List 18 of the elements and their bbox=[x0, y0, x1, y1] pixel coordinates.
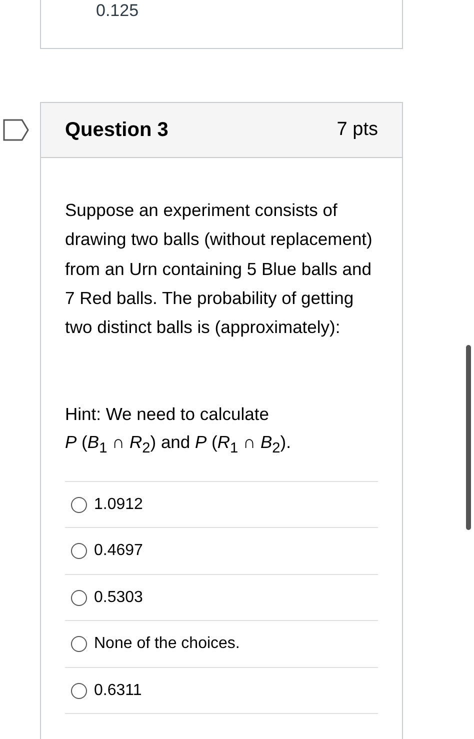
bookmark-icon[interactable] bbox=[3, 119, 29, 141]
answer-text: 0.125 bbox=[96, 1, 139, 21]
radio-button[interactable] bbox=[71, 590, 87, 606]
question-points: 7 pts bbox=[336, 119, 378, 141]
answer-label[interactable]: 0.5303 bbox=[94, 588, 143, 607]
answer-label[interactable]: 1.0912 bbox=[94, 496, 143, 514]
answer-label[interactable]: 0.6311 bbox=[94, 682, 142, 700]
radio-button[interactable] bbox=[71, 682, 87, 699]
answer-label[interactable]: 0.4697 bbox=[94, 542, 143, 560]
question-title: Question 3 bbox=[65, 118, 168, 142]
answer-label[interactable]: None of the choices. bbox=[94, 635, 240, 654]
radio-button[interactable] bbox=[71, 543, 87, 560]
question-text: Suppose an experiment consists of drawing two balls (without replacement) from an Urn containing 5 Blue balls and 7 Red balls. The probability of getting two distinct balls is (approximately): bbox=[65, 199, 374, 340]
hint-text: Hint: We need to calculate bbox=[65, 403, 270, 426]
radio-button[interactable] bbox=[71, 636, 87, 652]
formula-text: P (B$_{1}$ ∩ R$_{2}$) and P (R$_{1}$ ∩ B$_{2}$). bbox=[65, 431, 292, 459]
scrollbar-thumb[interactable] bbox=[466, 345, 471, 530]
radio-button[interactable] bbox=[71, 496, 87, 513]
